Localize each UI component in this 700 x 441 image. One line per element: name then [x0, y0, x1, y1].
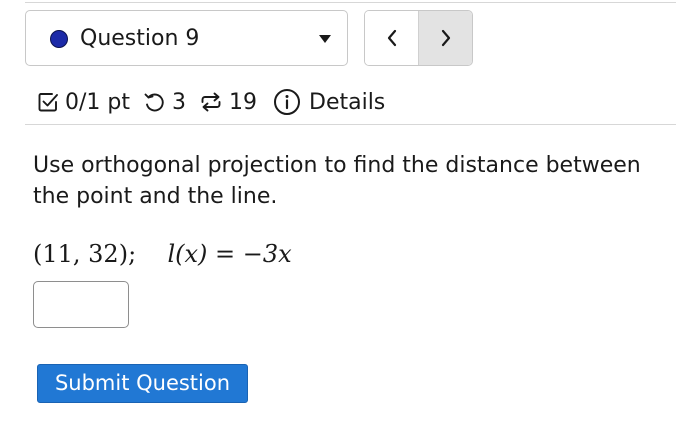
caret-down-icon — [319, 35, 331, 43]
checkbox-icon — [38, 93, 58, 112]
top-divider — [25, 2, 676, 3]
previous-question-button[interactable] — [365, 11, 419, 65]
question-status-dot — [50, 30, 68, 48]
question-math: (11, 32); l(x) = −3x — [33, 238, 292, 270]
header-divider — [25, 124, 676, 125]
question-prompt: Use orthogonal projection to find the di… — [33, 153, 641, 209]
submit-question-button[interactable]: Submit Question — [37, 364, 248, 403]
question-nav — [364, 10, 473, 66]
submissions-item: 19 — [199, 90, 257, 115]
details-link[interactable]: Details — [273, 88, 385, 116]
resubmit-icon — [201, 92, 221, 112]
math-point: (11, 32); — [33, 240, 137, 268]
question-select[interactable]: Question 9 — [25, 10, 348, 66]
next-question-button[interactable] — [419, 11, 472, 65]
score-item: 0/1 pt — [37, 90, 130, 115]
question-select-label: Question 9 — [80, 26, 200, 51]
score-text: 0/1 pt — [65, 89, 130, 115]
details-label: Details — [309, 89, 386, 115]
chevron-left-icon — [387, 29, 396, 47]
retry-icon — [144, 93, 164, 112]
question-meta: 0/1 pt 3 19 Details — [37, 87, 385, 117]
info-icon — [274, 89, 300, 115]
answer-input[interactable] — [33, 281, 129, 328]
submissions-count: 19 — [229, 89, 257, 115]
chevron-right-icon — [441, 29, 450, 47]
math-function: l(x) = −3x — [167, 240, 292, 268]
retries-count: 3 — [172, 89, 186, 115]
retries-item: 3 — [143, 90, 186, 115]
